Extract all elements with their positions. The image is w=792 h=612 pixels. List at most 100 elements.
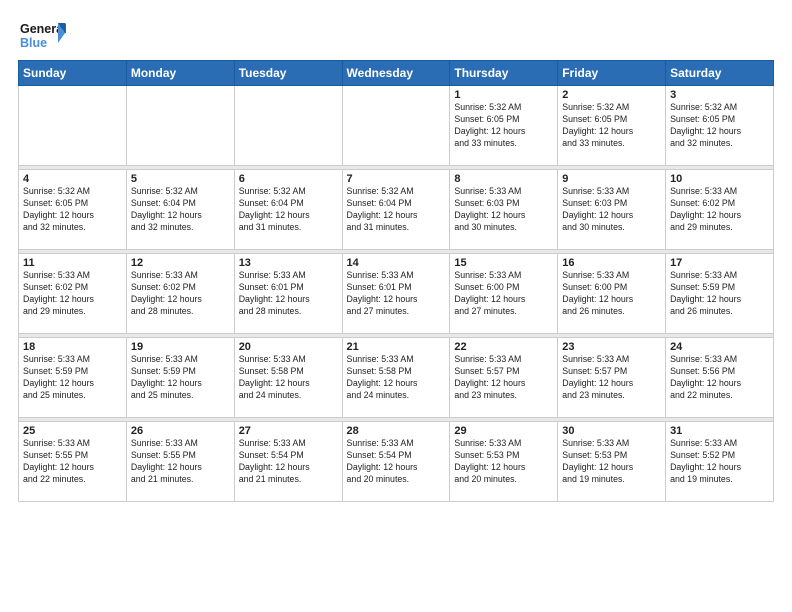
day-info: Sunrise: 5:32 AM Sunset: 6:05 PM Dayligh… xyxy=(562,102,661,150)
day-cell: 24Sunrise: 5:33 AM Sunset: 5:56 PM Dayli… xyxy=(666,338,774,418)
day-info: Sunrise: 5:32 AM Sunset: 6:04 PM Dayligh… xyxy=(131,186,230,234)
day-info: Sunrise: 5:33 AM Sunset: 5:55 PM Dayligh… xyxy=(23,438,122,486)
day-info: Sunrise: 5:32 AM Sunset: 6:04 PM Dayligh… xyxy=(347,186,446,234)
day-info: Sunrise: 5:33 AM Sunset: 5:54 PM Dayligh… xyxy=(239,438,338,486)
day-number: 27 xyxy=(239,425,338,437)
day-cell: 23Sunrise: 5:33 AM Sunset: 5:57 PM Dayli… xyxy=(558,338,666,418)
day-cell: 16Sunrise: 5:33 AM Sunset: 6:00 PM Dayli… xyxy=(558,254,666,334)
day-number: 1 xyxy=(454,89,553,101)
day-info: Sunrise: 5:32 AM Sunset: 6:04 PM Dayligh… xyxy=(239,186,338,234)
day-info: Sunrise: 5:33 AM Sunset: 5:56 PM Dayligh… xyxy=(670,354,769,402)
day-cell: 6Sunrise: 5:32 AM Sunset: 6:04 PM Daylig… xyxy=(234,170,342,250)
day-cell: 20Sunrise: 5:33 AM Sunset: 5:58 PM Dayli… xyxy=(234,338,342,418)
day-info: Sunrise: 5:33 AM Sunset: 5:57 PM Dayligh… xyxy=(562,354,661,402)
col-header-tuesday: Tuesday xyxy=(234,61,342,86)
day-number: 7 xyxy=(347,173,446,185)
day-number: 19 xyxy=(131,341,230,353)
day-number: 4 xyxy=(23,173,122,185)
week-row-3: 11Sunrise: 5:33 AM Sunset: 6:02 PM Dayli… xyxy=(19,254,774,334)
day-cell: 19Sunrise: 5:33 AM Sunset: 5:59 PM Dayli… xyxy=(126,338,234,418)
day-number: 24 xyxy=(670,341,769,353)
col-header-sunday: Sunday xyxy=(19,61,127,86)
header-row: SundayMondayTuesdayWednesdayThursdayFrid… xyxy=(19,61,774,86)
day-info: Sunrise: 5:33 AM Sunset: 5:59 PM Dayligh… xyxy=(670,270,769,318)
col-header-wednesday: Wednesday xyxy=(342,61,450,86)
day-cell: 27Sunrise: 5:33 AM Sunset: 5:54 PM Dayli… xyxy=(234,422,342,502)
day-cell: 9Sunrise: 5:33 AM Sunset: 6:03 PM Daylig… xyxy=(558,170,666,250)
day-number: 18 xyxy=(23,341,122,353)
day-cell xyxy=(19,86,127,166)
day-info: Sunrise: 5:32 AM Sunset: 6:05 PM Dayligh… xyxy=(454,102,553,150)
week-row-4: 18 Sunrise: 5:33 AM Sunset: 5:59 PM Dayli… xyxy=(19,338,774,418)
day-number: 3 xyxy=(670,89,769,101)
col-header-friday: Friday xyxy=(558,61,666,86)
day-info: Sunrise: 5:33 AM Sunset: 6:00 PM Dayligh… xyxy=(454,270,553,318)
day-info: Sunrise: 5:32 AM Sunset: 6:05 PM Dayligh… xyxy=(23,186,122,234)
logo-svg: General Blue xyxy=(18,18,66,54)
day-info: Sunrise: 5:33 AM Sunset: 6:02 PM Dayligh… xyxy=(23,270,122,318)
day-info: Sunrise: 5:33 AM Sunset: 5:53 PM Dayligh… xyxy=(454,438,553,486)
day-info: Sunrise: 5:33 AM Sunset: 6:02 PM Dayligh… xyxy=(131,270,230,318)
day-info: Sunrise: 5:33 AM Sunset: 5:59 PM Dayligh… xyxy=(131,354,230,402)
day-cell: 13Sunrise: 5:33 AM Sunset: 6:01 PM Dayli… xyxy=(234,254,342,334)
day-cell: 21Sunrise: 5:33 AM Sunset: 5:58 PM Dayli… xyxy=(342,338,450,418)
day-number: 11 xyxy=(23,257,122,269)
day-cell: 29Sunrise: 5:33 AM Sunset: 5:53 PM Dayli… xyxy=(450,422,558,502)
day-cell: 3Sunrise: 5:32 AM Sunset: 6:05 PM Daylig… xyxy=(666,86,774,166)
day-number: 26 xyxy=(131,425,230,437)
day-number: 12 xyxy=(131,257,230,269)
day-info: Sunrise: 5:33 AM Sunset: 5:58 PM Dayligh… xyxy=(239,354,338,402)
day-cell: 31Sunrise: 5:33 AM Sunset: 5:52 PM Dayli… xyxy=(666,422,774,502)
week-row-5: 25Sunrise: 5:33 AM Sunset: 5:55 PM Dayli… xyxy=(19,422,774,502)
day-number: 16 xyxy=(562,257,661,269)
day-cell: 12Sunrise: 5:33 AM Sunset: 6:02 PM Dayli… xyxy=(126,254,234,334)
day-info: Sunrise: 5:33 AM Sunset: 6:01 PM Dayligh… xyxy=(347,270,446,318)
page: General Blue SundayMondayTuesdayWednesda… xyxy=(0,0,792,512)
col-header-monday: Monday xyxy=(126,61,234,86)
day-cell: 25Sunrise: 5:33 AM Sunset: 5:55 PM Dayli… xyxy=(19,422,127,502)
day-cell: 18Sunrise: 5:33 AM Sunset: 5:59 PM Dayli… xyxy=(19,338,127,418)
day-cell: 7Sunrise: 5:32 AM Sunset: 6:04 PM Daylig… xyxy=(342,170,450,250)
day-cell: 22Sunrise: 5:33 AM Sunset: 5:57 PM Dayli… xyxy=(450,338,558,418)
day-info: Sunrise: 5:33 AM Sunset: 5:58 PM Dayligh… xyxy=(347,354,446,402)
day-info: Sunrise: 5:33 AM Sunset: 5:57 PM Dayligh… xyxy=(454,354,553,402)
calendar-table: SundayMondayTuesdayWednesdayThursdayFrid… xyxy=(18,60,774,502)
svg-text:Blue: Blue xyxy=(20,36,47,50)
day-info: Sunrise: 5:33 AM Sunset: 5:54 PM Dayligh… xyxy=(347,438,446,486)
day-number: 10 xyxy=(670,173,769,185)
day-info: Sunrise: 5:33 AM Sunset: 6:01 PM Dayligh… xyxy=(239,270,338,318)
day-cell: 11Sunrise: 5:33 AM Sunset: 6:02 PM Dayli… xyxy=(19,254,127,334)
day-number: 20 xyxy=(239,341,338,353)
day-number: 25 xyxy=(23,425,122,437)
day-number: 29 xyxy=(454,425,553,437)
day-info: Sunrise: 5:32 AM Sunset: 6:05 PM Dayligh… xyxy=(670,102,769,150)
logo-area: General Blue xyxy=(18,18,66,54)
col-header-saturday: Saturday xyxy=(666,61,774,86)
day-info: Sunrise: 5:33 AM Sunset: 6:03 PM Dayligh… xyxy=(454,186,553,234)
day-cell xyxy=(126,86,234,166)
day-cell: 5Sunrise: 5:32 AM Sunset: 6:04 PM Daylig… xyxy=(126,170,234,250)
week-row-2: 4Sunrise: 5:32 AM Sunset: 6:05 PM Daylig… xyxy=(19,170,774,250)
day-cell: 2Sunrise: 5:32 AM Sunset: 6:05 PM Daylig… xyxy=(558,86,666,166)
day-info: Sunrise: 5:33 AM Sunset: 6:00 PM Dayligh… xyxy=(562,270,661,318)
day-number: 6 xyxy=(239,173,338,185)
day-cell: 30Sunrise: 5:33 AM Sunset: 5:53 PM Dayli… xyxy=(558,422,666,502)
day-cell: 4Sunrise: 5:32 AM Sunset: 6:05 PM Daylig… xyxy=(19,170,127,250)
day-info: Sunrise: 5:33 AM Sunset: 5:55 PM Dayligh… xyxy=(131,438,230,486)
day-number: 15 xyxy=(454,257,553,269)
day-info: Sunrise: 5:33 AM Sunset: 5:52 PM Dayligh… xyxy=(670,438,769,486)
day-cell: 14Sunrise: 5:33 AM Sunset: 6:01 PM Dayli… xyxy=(342,254,450,334)
day-number: 13 xyxy=(239,257,338,269)
day-number: 5 xyxy=(131,173,230,185)
day-number: 30 xyxy=(562,425,661,437)
day-cell: 1Sunrise: 5:32 AM Sunset: 6:05 PM Daylig… xyxy=(450,86,558,166)
day-cell: 15Sunrise: 5:33 AM Sunset: 6:00 PM Dayli… xyxy=(450,254,558,334)
day-number: 14 xyxy=(347,257,446,269)
day-cell xyxy=(342,86,450,166)
day-cell: 10Sunrise: 5:33 AM Sunset: 6:02 PM Dayli… xyxy=(666,170,774,250)
day-cell xyxy=(234,86,342,166)
day-cell: 8Sunrise: 5:33 AM Sunset: 6:03 PM Daylig… xyxy=(450,170,558,250)
day-info: Sunrise: 5:33 AM Sunset: 5:53 PM Dayligh… xyxy=(562,438,661,486)
day-cell: 26Sunrise: 5:33 AM Sunset: 5:55 PM Dayli… xyxy=(126,422,234,502)
day-number: 23 xyxy=(562,341,661,353)
